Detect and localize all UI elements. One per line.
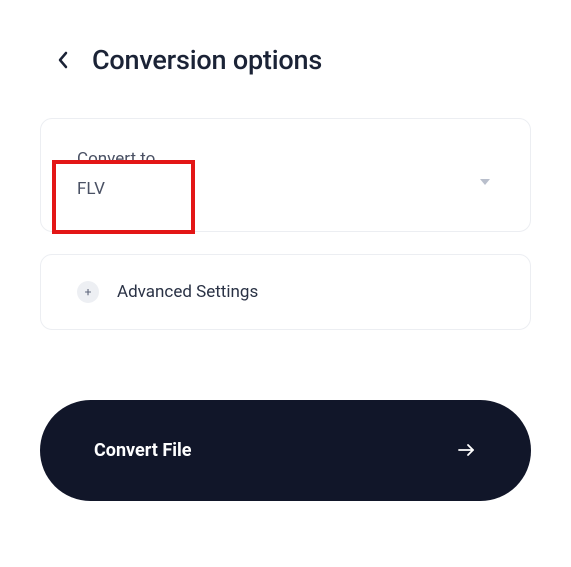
page-header: Conversion options — [0, 0, 571, 96]
plus-icon: + — [77, 281, 99, 303]
page-title: Conversion options — [92, 44, 322, 76]
chevron-left-icon — [56, 50, 70, 70]
convert-file-button[interactable]: Convert File — [40, 400, 531, 501]
convert-file-button-label: Convert File — [94, 440, 191, 461]
advanced-settings-card[interactable]: + Advanced Settings — [40, 254, 531, 330]
convert-to-label: Convert to — [77, 147, 498, 173]
chevron-down-icon[interactable] — [480, 179, 490, 185]
convert-to-card[interactable]: Convert to FLV — [40, 118, 531, 232]
back-icon[interactable] — [56, 50, 70, 70]
convert-to-value: FLV — [77, 179, 498, 199]
arrow-right-icon — [457, 442, 477, 458]
plus-glyph: + — [85, 286, 92, 298]
advanced-settings-label: Advanced Settings — [117, 282, 258, 302]
